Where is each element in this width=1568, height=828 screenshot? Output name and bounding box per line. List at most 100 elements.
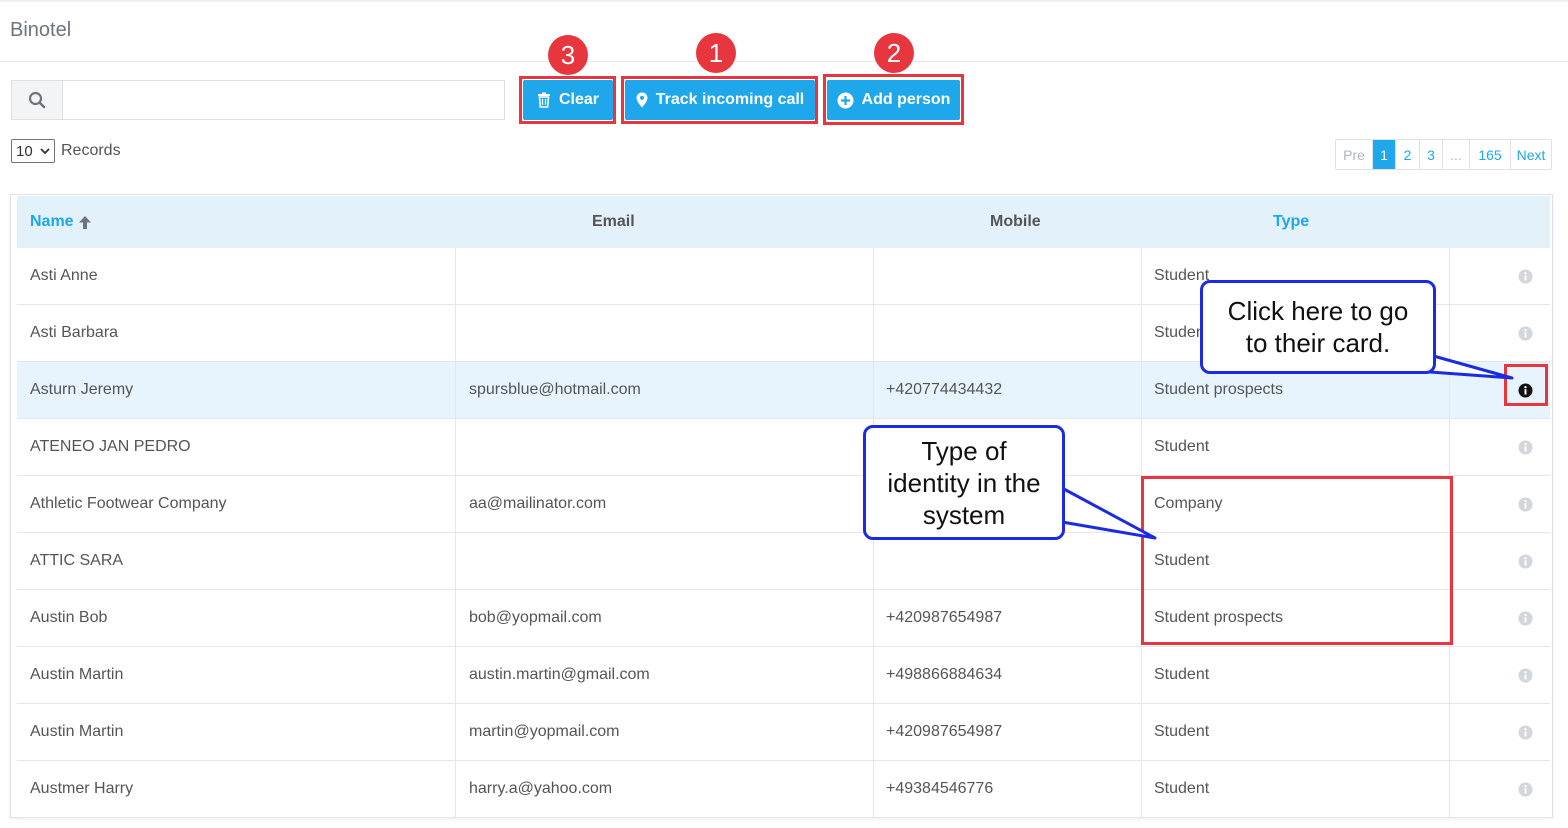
- column-divider: [1141, 248, 1142, 304]
- table-row[interactable]: Austin Martin martin@yopmail.com +42098765…: [17, 704, 1550, 761]
- cell-type: Company: [1154, 495, 1223, 512]
- column-divider: [455, 761, 456, 817]
- cell-mobile: +420987654987: [886, 609, 1003, 626]
- column-divider: [1449, 476, 1450, 532]
- cell-name: Austin Bob: [30, 609, 108, 626]
- column-divider: [1141, 590, 1142, 646]
- annotation-badge-1: 1: [696, 33, 736, 73]
- cell-type: Student: [1154, 438, 1210, 455]
- clear-label: Clear: [558, 91, 600, 108]
- info-icon[interactable]: [1517, 590, 1533, 646]
- cell-email: spursblue@hotmail.com: [469, 381, 641, 398]
- cell-mobile: +498866884634: [886, 666, 1003, 683]
- column-divider: [1449, 590, 1450, 646]
- info-icon[interactable]: [1517, 419, 1533, 475]
- column-divider: [455, 590, 456, 646]
- records-per-page-value: 10: [16, 142, 33, 160]
- info-icon[interactable]: [1517, 305, 1533, 361]
- callout-card: Click here to go to their card.: [1200, 280, 1436, 374]
- pagination-page-3[interactable]: 3: [1420, 140, 1443, 169]
- cell-email: bob@yopmail.com: [469, 609, 602, 626]
- column-divider: [1449, 704, 1450, 760]
- cell-mobile: +49384546776: [886, 780, 994, 797]
- table-row[interactable]: Austin Bob bob@yopmail.com +420987654987 St…: [17, 590, 1550, 647]
- info-icon[interactable]: [1517, 704, 1533, 760]
- top-bar: Binotel: [0, 0, 1568, 62]
- info-icon[interactable]: [1517, 248, 1533, 304]
- table-row[interactable]: Athletic Footwear Company aa@mailinator.c…: [17, 476, 1550, 533]
- table-row[interactable]: ATENEO JAN PEDRO Student: [17, 419, 1550, 476]
- column-divider: [455, 305, 456, 361]
- cell-email: harry.a@yahoo.com: [469, 780, 613, 797]
- column-divider: [873, 590, 874, 646]
- info-icon[interactable]: [1517, 647, 1533, 703]
- cell-name: ATENEO JAN PEDRO: [30, 438, 191, 455]
- column-header-name[interactable]: Name: [30, 196, 92, 248]
- column-divider: [1449, 533, 1450, 589]
- trash-icon: [537, 92, 550, 108]
- arrow-up-icon: [78, 215, 91, 229]
- column-divider: [1141, 362, 1142, 418]
- cell-type: Student: [1154, 666, 1210, 683]
- table-row[interactable]: ATTIC SARA Student: [17, 533, 1550, 590]
- table-row[interactable]: Austin Martin austin.martin@gmail.com +498…: [17, 647, 1550, 704]
- column-header-type[interactable]: Type: [1273, 196, 1309, 248]
- column-divider: [1449, 647, 1450, 703]
- pagination-page-165[interactable]: 165: [1470, 140, 1511, 169]
- records-per-page: 10 Records: [11, 139, 121, 163]
- column-header-name-label: Name: [30, 213, 74, 230]
- column-divider: [873, 647, 874, 703]
- column-divider: [455, 647, 456, 703]
- column-divider: [873, 305, 874, 361]
- column-divider: [1449, 248, 1450, 304]
- column-divider: [1141, 761, 1142, 817]
- cell-email: martin@yopmail.com: [469, 723, 620, 740]
- search-icon[interactable]: [12, 81, 63, 119]
- info-icon[interactable]: [1517, 362, 1533, 418]
- pagination-prev[interactable]: Pre: [1336, 140, 1373, 169]
- callout-type-line-3: system: [922, 499, 1006, 530]
- track-incoming-call-label: Track incoming call: [655, 91, 805, 108]
- add-person-label: Add person: [861, 91, 951, 108]
- cell-type: Student: [1154, 780, 1210, 797]
- cell-email: austin.martin@gmail.com: [469, 666, 650, 683]
- callout-type-line-2: identity in the: [887, 467, 1041, 498]
- column-divider: [1141, 419, 1142, 475]
- cell-type: Student: [1154, 723, 1210, 740]
- column-divider: [1141, 647, 1142, 703]
- pagination-page-1[interactable]: 1: [1373, 140, 1396, 169]
- column-divider: [455, 419, 456, 475]
- track-incoming-call-button[interactable]: Track incoming call: [625, 80, 815, 120]
- column-divider: [873, 533, 874, 589]
- column-divider: [455, 533, 456, 589]
- column-divider: [1141, 305, 1142, 361]
- clear-button[interactable]: Clear: [523, 80, 613, 120]
- pagination: Pre 1 2 3 ... 165 Next: [1335, 139, 1552, 170]
- search-input[interactable]: [63, 81, 504, 119]
- info-icon[interactable]: [1517, 533, 1533, 589]
- column-divider: [455, 704, 456, 760]
- pagination-next[interactable]: Next: [1511, 140, 1551, 169]
- annotation-badge-2: 2: [874, 33, 914, 73]
- column-header-email[interactable]: Email: [592, 196, 635, 248]
- info-icon[interactable]: [1517, 761, 1533, 817]
- column-divider: [873, 362, 874, 418]
- add-person-button[interactable]: Add person: [827, 80, 960, 120]
- info-icon[interactable]: [1517, 476, 1533, 532]
- table-row[interactable]: Austmer Harry harry.a@yahoo.com +493845467…: [17, 761, 1550, 818]
- column-divider: [1449, 305, 1450, 361]
- annotation-badge-3: 3: [548, 35, 588, 75]
- app-title: Binotel: [10, 19, 72, 41]
- cell-mobile: +420987654987: [886, 723, 1003, 740]
- pagination-page-2[interactable]: 2: [1396, 140, 1420, 169]
- cell-type: Student: [1154, 552, 1210, 569]
- column-divider: [455, 362, 456, 418]
- records-per-page-select[interactable]: 10: [11, 139, 55, 163]
- column-divider: [1449, 419, 1450, 475]
- cell-name: Asti Barbara: [30, 324, 119, 341]
- cell-name: Athletic Footwear Company: [30, 495, 227, 512]
- column-header-mobile[interactable]: Mobile: [990, 196, 1041, 248]
- column-divider: [455, 476, 456, 532]
- callout-card-line-2: to their card.: [1245, 328, 1391, 358]
- cell-name: Asturn Jeremy: [30, 381, 134, 398]
